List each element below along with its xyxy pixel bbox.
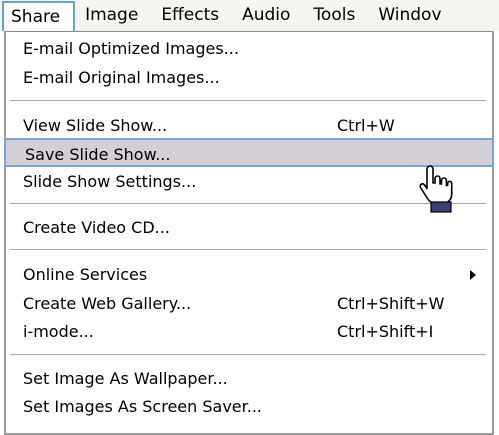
- menu-item-label: Set Images As Screen Saver...: [23, 397, 262, 416]
- chevron-right-icon: [470, 270, 476, 280]
- menu-image[interactable]: Image: [75, 0, 151, 31]
- menu-item-label: Slide Show Settings...: [23, 172, 197, 191]
- menu-item-create-video-cd[interactable]: Create Video CD...: [6, 213, 492, 242]
- menu-separator: [10, 354, 486, 355]
- menu-item-shortcut: Ctrl+W: [337, 116, 395, 135]
- hand-pointer-icon: [419, 165, 453, 213]
- menu-item-label: E-mail Original Images...: [23, 68, 220, 87]
- menu-item-shortcut: Ctrl+Shift+W: [337, 294, 445, 313]
- menu-item-email-original[interactable]: E-mail Original Images...: [6, 63, 492, 92]
- menu-tools[interactable]: Tools: [303, 0, 368, 31]
- menu-effects[interactable]: Effects: [151, 0, 232, 31]
- menu-item-label: Online Services: [23, 265, 148, 284]
- share-dropdown-menu: E-mail Optimized Images... E-mail Origin…: [4, 31, 494, 435]
- menu-item-label: E-mail Optimized Images...: [23, 39, 239, 58]
- menu-item-set-wallpaper[interactable]: Set Image As Wallpaper...: [6, 364, 492, 393]
- menu-item-label: Save Slide Show...: [25, 145, 171, 164]
- menu-item-label: Create Video CD...: [23, 218, 170, 237]
- menu-separator: [10, 249, 486, 250]
- menu-item-label: i-mode...: [23, 322, 94, 341]
- menu-item-online-services[interactable]: Online Services: [6, 260, 492, 289]
- menu-bar: Share Image Effects Audio Tools Windov: [0, 0, 499, 31]
- menu-item-label: Create Web Gallery...: [23, 294, 192, 313]
- menu-audio[interactable]: Audio: [232, 0, 303, 31]
- menu-share[interactable]: Share: [2, 0, 76, 31]
- menu-item-view-slide-show[interactable]: View Slide Show... Ctrl+W: [6, 111, 492, 140]
- menu-item-label: View Slide Show...: [23, 116, 168, 135]
- menu-window[interactable]: Windov: [368, 0, 454, 31]
- menu-item-shortcut: Ctrl+Shift+I: [337, 322, 434, 341]
- menu-item-set-screen-saver[interactable]: Set Images As Screen Saver...: [6, 392, 492, 421]
- menu-item-label: Set Image As Wallpaper...: [23, 369, 228, 388]
- menu-item-email-optimized[interactable]: E-mail Optimized Images...: [6, 34, 492, 63]
- menu-item-create-web-gallery[interactable]: Create Web Gallery... Ctrl+Shift+W: [6, 289, 492, 318]
- menu-item-i-mode[interactable]: i-mode... Ctrl+Shift+I: [6, 317, 492, 346]
- menu-separator: [10, 100, 486, 101]
